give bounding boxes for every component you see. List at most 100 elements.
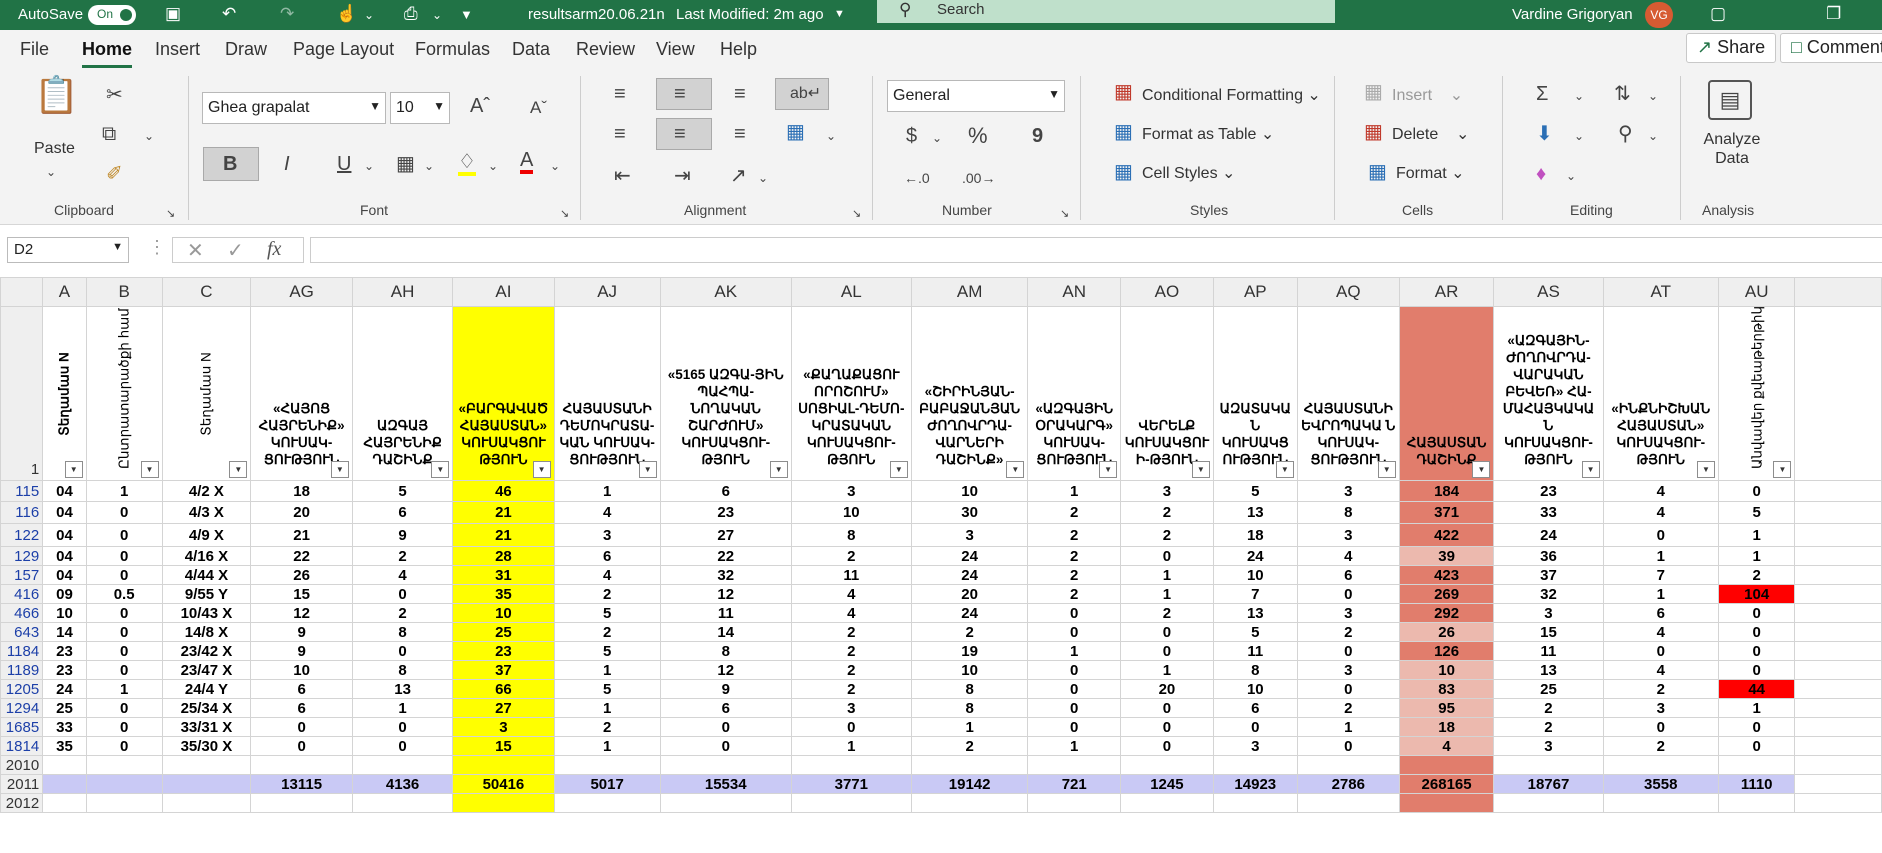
comma-style-icon[interactable]: 9 [1032,124,1043,148]
filter-dropdown-icon[interactable]: ▼ [769,461,788,478]
table-cell[interactable]: 0 [1027,622,1122,642]
row-header[interactable]: 122 [0,523,44,547]
table-cell[interactable] [161,755,252,775]
table-cell[interactable]: 11 [659,603,792,623]
row-header[interactable]: 1189 [0,660,44,680]
column-header-ap[interactable]: AP [1212,277,1298,307]
table-cell[interactable]: 0 [1120,641,1214,661]
tab-help[interactable]: Help [720,39,757,60]
table-cell[interactable]: 0 [1120,546,1214,566]
table-cell[interactable]: 20 [1120,679,1214,699]
table-cell[interactable]: 3 [1296,603,1400,623]
table-cell[interactable]: 6 [351,501,454,524]
table-cell[interactable]: 9 [250,641,353,661]
filter-dropdown-icon[interactable]: ▼ [1472,461,1491,478]
table-cell[interactable] [910,755,1029,775]
column-header-au[interactable]: AU [1717,277,1796,307]
table-cell[interactable]: 66 [452,679,555,699]
column-header-c[interactable]: C [161,277,252,307]
table-cell[interactable] [790,793,912,813]
find-chevron-icon[interactable]: ⌄ [1648,124,1658,148]
number-launcher-icon[interactable]: ↘ [1060,202,1069,226]
table-cell[interactable]: 0 [1027,660,1122,680]
borders-icon[interactable]: ▦ [396,152,415,176]
sort-chevron-icon[interactable]: ⌄ [1648,84,1658,108]
tab-insert[interactable]: Insert [155,39,200,60]
table-cell[interactable]: 6 [1602,603,1719,623]
table-cell[interactable] [1398,755,1495,775]
table-cell[interactable]: 5 [1212,622,1298,642]
table-cell[interactable]: 1 [1717,523,1796,547]
table-cell[interactable]: 9 [351,523,454,547]
table-cell[interactable]: 23 [42,641,87,661]
table-cell[interactable]: 184 [1398,480,1495,502]
table-cell[interactable]: 0 [1717,717,1796,737]
table-cell[interactable]: 3 [1296,660,1400,680]
increase-decimal-icon[interactable]: ←.0 [904,166,930,190]
align-middle-icon[interactable]: ≡ [674,82,686,106]
header-cell[interactable]: «ԱԶԳԱՅԻՆ ՕՐԱԿԱՐԳ» ԿՈՒՍԱԿ-ՑՈՒԹՅՈՒՆ ▼ [1027,306,1122,481]
table-cell[interactable]: 104 [1717,584,1796,604]
table-cell[interactable]: 292 [1398,603,1495,623]
align-top-icon[interactable]: ≡ [614,82,626,106]
table-cell[interactable]: 21 [452,523,555,547]
table-cell[interactable]: 04 [42,523,87,547]
table-cell[interactable]: 27 [452,698,555,718]
table-cell[interactable]: 25 [42,698,87,718]
more-options-icon[interactable]: ⋮ [148,237,166,258]
header-cell[interactable]: «ՀԱՅՈՑ ՀԱՅՐԵՆԻՔ» ԿՈՒՍԱԿ-ՑՈՒԹՅՈՒՆ ▼ [250,306,353,481]
table-cell[interactable]: 46 [452,480,555,502]
cut-icon[interactable]: ✂ [106,83,123,107]
sort-filter-icon[interactable]: ⇅ [1614,82,1631,106]
table-cell[interactable]: 8 [910,679,1029,699]
table-cell[interactable]: 8 [351,660,454,680]
tab-home[interactable]: Home [82,39,133,68]
total-cell[interactable]: 5017 [553,774,661,794]
table-cell[interactable]: 1 [790,736,912,756]
table-cell[interactable]: 25/34 X [161,698,252,718]
table-cell[interactable]: 2 [1602,679,1719,699]
table-cell[interactable]: 0 [1296,679,1400,699]
table-cell[interactable]: 12 [659,584,792,604]
row-header[interactable]: 116 [0,501,44,524]
row-header[interactable]: 1205 [0,679,44,699]
empty-cell[interactable] [1794,584,1882,604]
table-cell[interactable]: 6 [250,679,353,699]
table-cell[interactable] [161,793,252,813]
table-cell[interactable]: 4/2 X [161,480,252,502]
select-all-corner[interactable] [0,277,44,307]
table-cell[interactable]: 0 [85,660,163,680]
table-cell[interactable] [790,755,912,775]
fill-chevron-icon[interactable]: ⌄ [1574,124,1584,148]
wrap-text-icon[interactable]: ab↵ [790,82,821,106]
table-cell[interactable]: 37 [452,660,555,680]
name-box[interactable]: D2 ▼ [7,237,129,263]
table-cell[interactable]: 422 [1398,523,1495,547]
analyze-data-button[interactable]: Analyze Data [1702,130,1762,168]
table-cell[interactable]: 13 [351,679,454,699]
table-cell[interactable]: 0 [790,717,912,737]
table-cell[interactable]: 0 [1602,523,1719,547]
table-cell[interactable]: 0 [85,717,163,737]
table-cell[interactable]: 0 [1120,736,1214,756]
column-header-al[interactable]: AL [790,277,912,307]
column-header-ao[interactable]: AO [1120,277,1214,307]
fill-color-icon[interactable]: ♢ [458,152,476,176]
align-left-icon[interactable]: ≡ [614,122,626,146]
table-cell[interactable]: 1 [1296,717,1400,737]
share-button[interactable]: ↗ Share [1686,33,1777,63]
percent-icon[interactable]: % [968,124,988,148]
table-cell[interactable]: 3 [910,523,1029,547]
table-cell[interactable]: 4 [1602,622,1719,642]
header-cell[interactable]: ՀԱՅԱՍՏԱՆԻ ԵՎՐՈՊԱԿԱ Ն ԿՈՒՍԱԿ-ՑՈՒԹՅՈՒՆ ▼ [1296,306,1400,481]
print-chevron-icon[interactable]: ⌄ [432,8,442,22]
column-header-ak[interactable]: AK [659,277,792,307]
table-cell[interactable]: 10 [910,660,1029,680]
table-cell[interactable]: 1 [910,717,1029,737]
column-header-an[interactable]: AN [1027,277,1122,307]
table-cell[interactable]: 7 [1602,565,1719,585]
empty-cell[interactable] [1794,501,1882,524]
table-cell[interactable] [1717,793,1796,813]
table-cell[interactable]: 1 [553,736,661,756]
table-cell[interactable]: 83 [1398,679,1495,699]
